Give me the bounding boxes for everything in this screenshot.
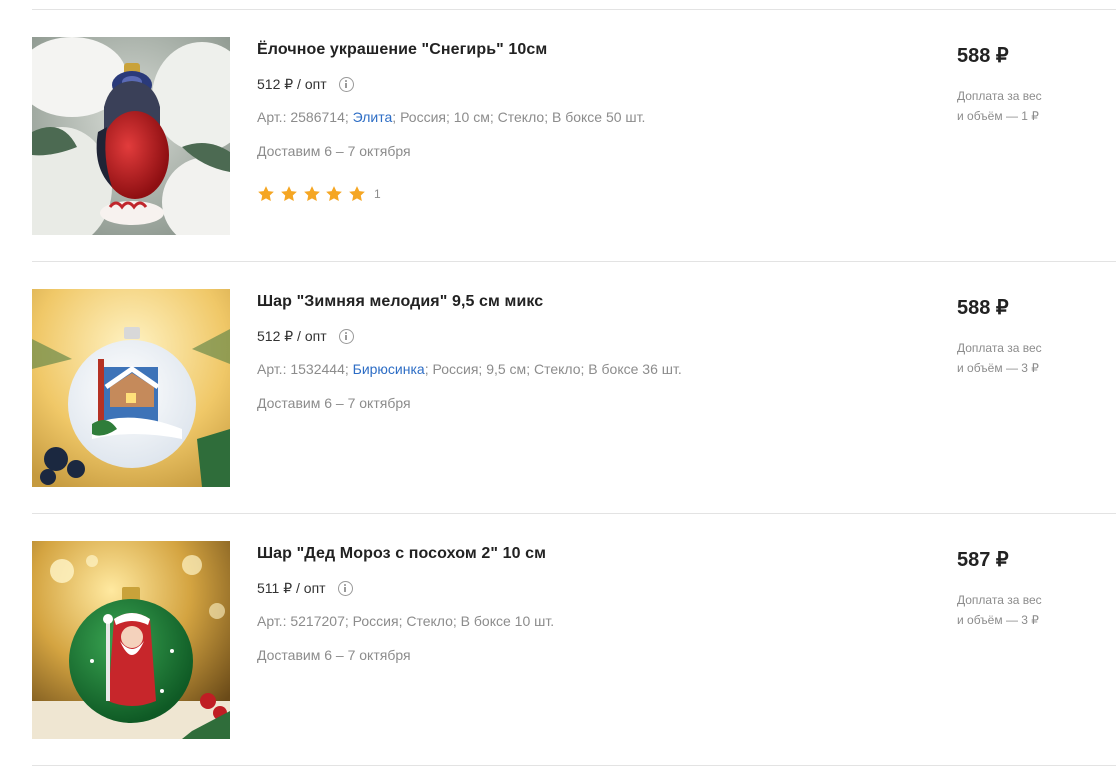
- wholesale-price-label: 512 ₽ / опт: [257, 76, 327, 92]
- article-number: Арт.: 2586714: [257, 109, 345, 125]
- price: 588 ₽: [957, 297, 1009, 319]
- surcharge-amount: и объём — 3 ₽: [957, 613, 1039, 627]
- wholesale-price: 512 ₽ / опт: [257, 328, 354, 345]
- price: 588 ₽: [957, 45, 1009, 67]
- delivery-date: Доставим 6 – 7 октября: [257, 647, 411, 663]
- reviews-count: 1: [373, 187, 381, 201]
- article-number: Арт.: 1532444: [257, 361, 345, 377]
- surcharge-amount: и объём — 3 ₽: [957, 361, 1039, 375]
- spec-country: Россия: [432, 361, 479, 377]
- product-specs: Арт.: 1532444; Бирюсинка; Россия; 9,5 см…: [257, 361, 682, 377]
- surcharge-amount: и объём — 1 ₽: [957, 109, 1039, 123]
- product-card: Ёлочное украшение "Снегирь" 10см 512 ₽ /…: [0, 10, 1116, 262]
- brand-link[interactable]: Элита: [353, 109, 393, 125]
- spec-box-quantity: В боксе 10 шт.: [460, 613, 555, 629]
- divider: [32, 765, 1116, 766]
- product-specs: Арт.: 5217207; Россия; Стекло; В боксе 1…: [257, 613, 555, 629]
- product-title[interactable]: Ёлочное украшение "Снегирь" 10см: [257, 41, 547, 59]
- product-title[interactable]: Шар "Зимняя мелодия" 9,5 см микс: [257, 293, 543, 311]
- spec-material: Стекло: [406, 613, 453, 629]
- article-number: Арт.: 5217207: [257, 613, 345, 629]
- star-icon: [258, 186, 274, 202]
- spec-country: Россия: [400, 109, 446, 125]
- product-image-winter-melody[interactable]: [32, 289, 230, 487]
- spec-material: Стекло: [533, 361, 581, 377]
- product-list: Ёлочное украшение "Снегирь" 10см 512 ₽ /…: [0, 0, 1116, 769]
- product-image-ded-moroz[interactable]: [32, 541, 230, 739]
- weight-surcharge: Доплата за вес и объём — 1 ₽: [957, 86, 1107, 126]
- surcharge-label: Доплата за вес: [957, 89, 1042, 103]
- star-icon: [326, 186, 343, 202]
- wholesale-price-label: 511 ₽ / опт: [257, 580, 326, 596]
- star-icon: [349, 186, 366, 202]
- wholesale-price-label: 512 ₽ / опт: [257, 328, 327, 344]
- spec-box-quantity: В боксе 36 шт.: [588, 361, 682, 377]
- info-icon[interactable]: [338, 329, 354, 344]
- wholesale-price: 512 ₽ / опт: [257, 76, 354, 93]
- info-icon[interactable]: [338, 77, 354, 92]
- spec-box-quantity: В боксе 50 шт.: [551, 109, 646, 125]
- product-specs: Арт.: 2586714; Элита; Россия; 10 см; Сте…: [257, 109, 646, 125]
- price: 587 ₽: [957, 549, 1009, 571]
- rating[interactable]: 1: [257, 185, 381, 203]
- product-card: Шар "Дед Мороз с посохом 2" 10 см 511 ₽ …: [0, 514, 1116, 766]
- star-icon: [280, 186, 297, 202]
- brand-link[interactable]: Бирюсинка: [353, 361, 425, 377]
- product-title[interactable]: Шар "Дед Мороз с посохом 2" 10 см: [257, 545, 546, 563]
- spec-country: Россия: [352, 613, 399, 629]
- ded-moroz-ball-image: [32, 541, 230, 739]
- star-icon: [303, 186, 320, 202]
- winter-melody-ball-image: [32, 289, 230, 487]
- weight-surcharge: Доплата за вес и объём — 3 ₽: [957, 338, 1107, 378]
- surcharge-label: Доплата за вес: [957, 341, 1042, 355]
- bullfinch-ornament-image: [32, 37, 230, 235]
- spec-material: Стекло: [497, 109, 545, 125]
- spec-size: 9,5 см: [486, 361, 527, 377]
- delivery-date: Доставим 6 – 7 октября: [257, 395, 411, 411]
- surcharge-label: Доплата за вес: [957, 593, 1042, 607]
- weight-surcharge: Доплата за вес и объём — 3 ₽: [957, 590, 1107, 630]
- wholesale-price: 511 ₽ / опт: [257, 580, 353, 597]
- info-icon[interactable]: [337, 581, 353, 596]
- delivery-date: Доставим 6 – 7 октября: [257, 143, 411, 159]
- spec-size: 10 см: [453, 109, 490, 125]
- product-card: Шар "Зимняя мелодия" 9,5 см микс 512 ₽ /…: [0, 262, 1116, 514]
- product-image-bullfinch[interactable]: [32, 37, 230, 235]
